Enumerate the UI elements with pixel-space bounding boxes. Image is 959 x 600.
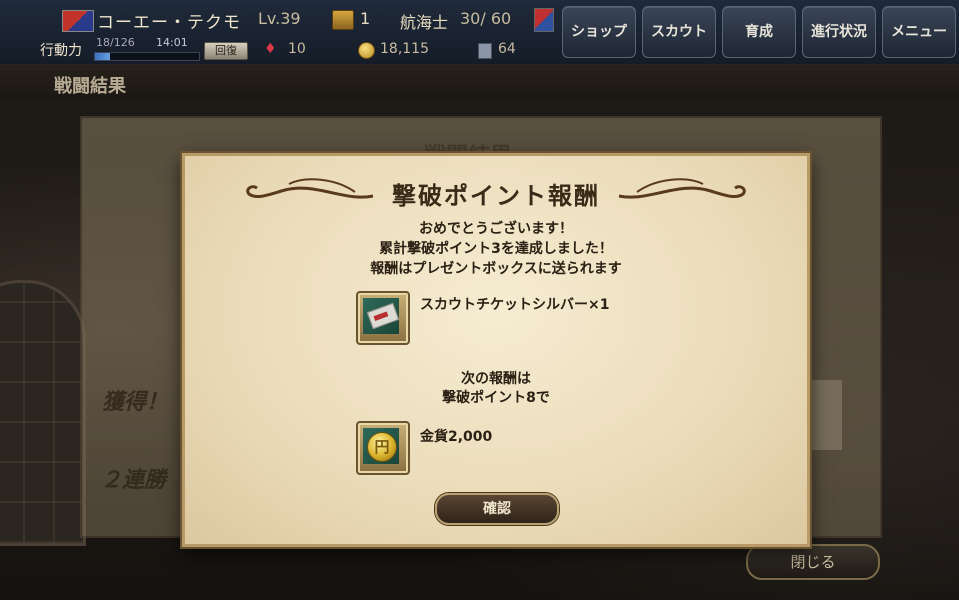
progress-button[interactable]: 進行状況	[802, 6, 876, 58]
scout-button[interactable]: スカウト	[642, 6, 716, 58]
congrats-message: おめでとうございます！	[419, 221, 573, 237]
rank-value: 30/ 60	[460, 9, 512, 28]
nation-flag-icon	[62, 10, 94, 32]
coin-background: 円	[363, 428, 399, 464]
next-reward-slot: 円	[356, 421, 410, 475]
reward-item-label: スカウトチケットシルバー×1	[420, 297, 610, 313]
next-reward-label: 金貨2,000	[420, 429, 493, 445]
achievement-message: 累計撃破ポイント3を達成しました！	[379, 241, 613, 257]
shop-button[interactable]: ショップ	[562, 6, 636, 58]
gold-coin-icon	[358, 42, 375, 59]
screen-title: 戦闘結果	[54, 76, 126, 97]
ap-label: 行動力	[40, 43, 82, 59]
right-ornament-icon	[618, 178, 746, 199]
win-streak-label: ２連勝	[100, 468, 167, 493]
player-level: Lv.39	[258, 9, 301, 28]
recover-button[interactable]: 回復	[204, 42, 248, 60]
gem-count: 10	[288, 41, 306, 57]
gold-count: 18,115	[380, 41, 429, 57]
scout-ticket-icon	[366, 302, 400, 330]
rank-label: 航海士	[400, 13, 449, 32]
background-window	[0, 280, 86, 546]
next-reward-line2: 撃破ポイント8で	[442, 390, 550, 406]
close-button[interactable]: 閉じる	[746, 544, 880, 580]
ap-bar-fill	[95, 53, 110, 60]
chest-count: 1	[360, 9, 371, 28]
player-name: コーエー・テクモ	[97, 13, 241, 33]
screen-title-bar	[0, 64, 959, 100]
confirm-button[interactable]: 確認	[435, 493, 559, 525]
ap-value: 18/126	[96, 36, 135, 49]
ap-bar	[94, 52, 200, 61]
acquired-label: 獲得！	[102, 390, 169, 415]
ap-timer: 14:01	[156, 36, 188, 49]
delivery-message: 報酬はプレゼントボックスに送られます	[370, 261, 622, 277]
document-count: 64	[498, 41, 516, 57]
next-reward-line1: 次の報酬は	[461, 371, 531, 387]
guild-flag-icon	[534, 8, 554, 32]
gem-icon: ♦	[264, 41, 277, 57]
reward-item-slot	[356, 291, 410, 345]
gold-coin-icon: 円	[367, 432, 397, 462]
reward-dialog: 撃破ポイント報酬 おめでとうございます！ 累計撃破ポイント3を達成しました！ 報…	[182, 153, 810, 547]
document-icon	[478, 43, 492, 59]
training-button[interactable]: 育成	[722, 6, 796, 58]
chest-icon	[332, 10, 354, 30]
menu-button[interactable]: メニュー	[882, 6, 956, 58]
status-bar: コーエー・テクモ Lv.39 1 航海士 30/ 60 行動力 18/126 1…	[0, 0, 959, 65]
ticket-background	[363, 298, 400, 334]
